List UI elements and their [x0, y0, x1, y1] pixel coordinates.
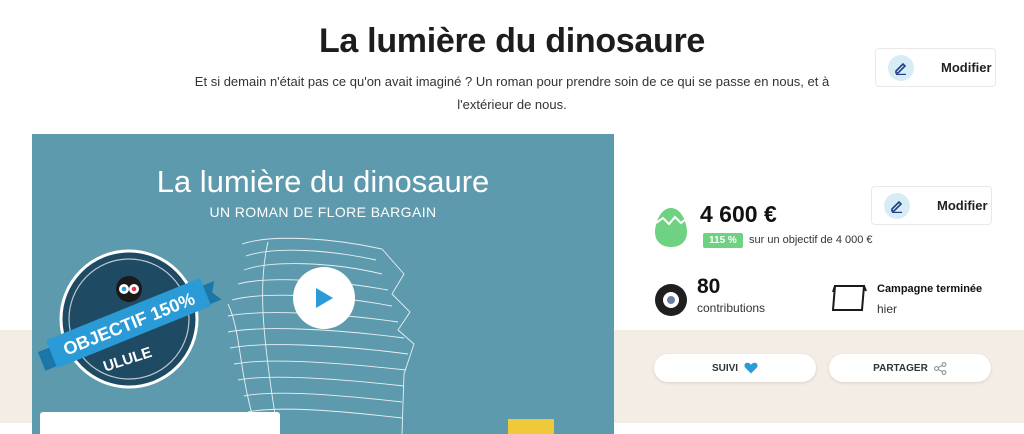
video-author-bar [40, 412, 280, 434]
share-button[interactable]: PARTAGER [829, 354, 991, 382]
follow-button[interactable]: SUIVI [654, 354, 816, 382]
edit-stats-label: Modifier [937, 198, 988, 213]
page-title: La lumière du dinosaure [318, 22, 706, 60]
edit-title-label: Modifier [941, 60, 992, 75]
play-icon [316, 288, 333, 308]
pencil-icon [884, 192, 910, 219]
amount-raised: 4 600 € [700, 201, 777, 227]
campaign-video[interactable]: La lumière du dinosaure UN ROMAN DE FLOR… [32, 134, 614, 434]
owl-logo-icon [116, 276, 142, 302]
edit-stats-button[interactable]: Modifier [871, 186, 992, 225]
contributions-label: contributions [697, 301, 766, 315]
funding-goal-text: sur un objectif de 4 000 € [749, 234, 873, 246]
share-icon [933, 361, 947, 375]
contributions-count: 80 [697, 275, 721, 298]
campaign-end-date: hier [877, 302, 898, 316]
edit-title-button[interactable]: Modifier [875, 48, 996, 87]
calendar-icon [831, 285, 867, 311]
video-yellow-tag [508, 419, 554, 434]
follow-label: SUIVI [711, 362, 739, 374]
play-button[interactable] [293, 267, 355, 329]
heart-icon [744, 362, 758, 374]
share-label: PARTAGER [873, 362, 928, 374]
contributions-icon [655, 284, 687, 316]
page-subtitle: Et si demain n'était pas ce qu'on avait … [194, 74, 830, 112]
pencil-icon [888, 54, 914, 81]
ulule-objective-badge: OBJECTIF 150% ULULE [37, 249, 222, 389]
percent-funded-badge: 115 % [703, 233, 743, 248]
egg-icon [655, 208, 687, 247]
campaign-status: Campagne terminée [877, 283, 983, 295]
